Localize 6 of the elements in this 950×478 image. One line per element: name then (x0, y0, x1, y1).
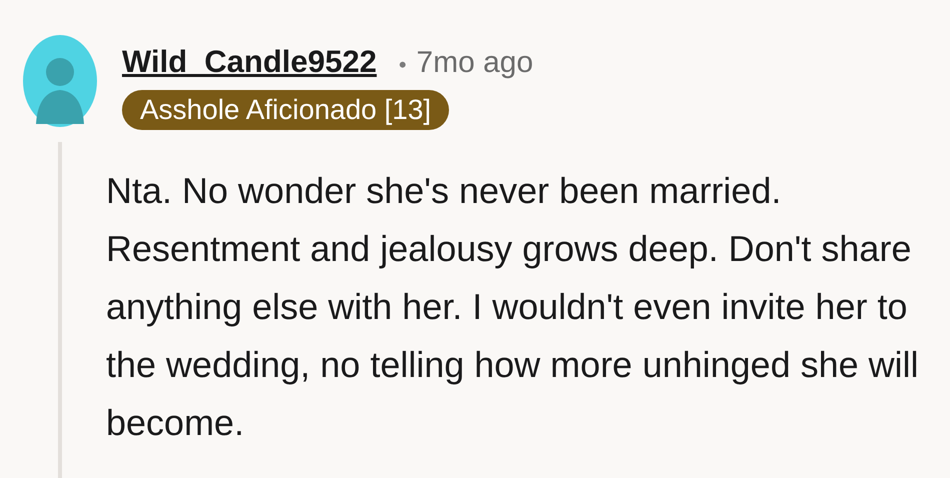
comment-text: Nta. No wonder she's never been married. Resentment and jealousy grows deep. Don't share anything else with her. I wouldn't even invite her to the wedding, no telling how more unhinged she will become. (106, 169, 920, 445)
avatar-icon (22, 34, 98, 128)
username-link[interactable]: Wild_Candle9522 (122, 44, 377, 80)
separator-dot: • (398, 52, 406, 78)
user-flair: Asshole Aficionado [13] (122, 90, 450, 130)
comment-age: 7mo ago (416, 46, 534, 80)
